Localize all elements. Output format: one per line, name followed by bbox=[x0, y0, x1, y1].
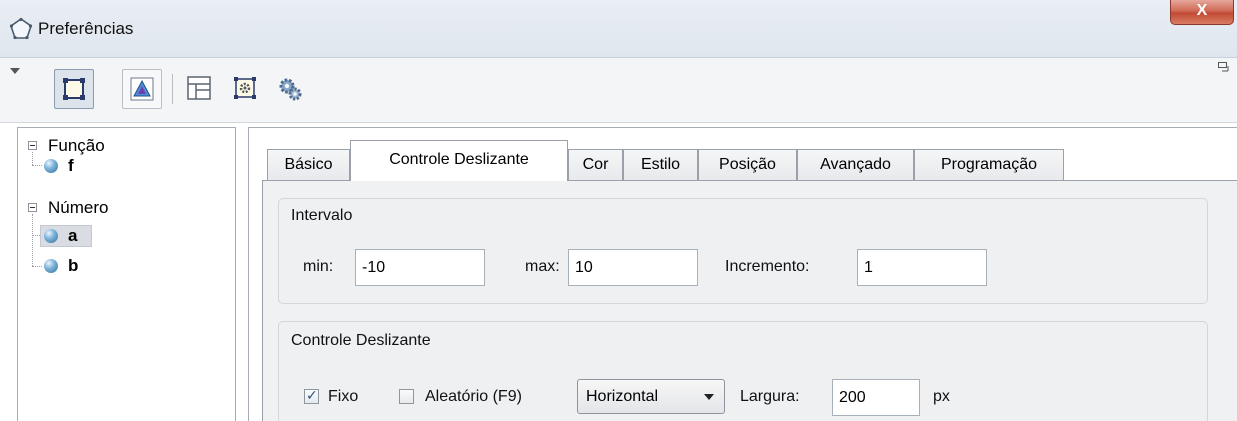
dock-icon[interactable] bbox=[1218, 62, 1230, 72]
toolbar-separator bbox=[172, 74, 173, 104]
width-input[interactable] bbox=[832, 379, 920, 416]
graphics-objects-icon bbox=[130, 77, 154, 101]
tree-item-label: b bbox=[68, 256, 79, 275]
min-label: min: bbox=[303, 258, 334, 275]
graphics-objects-button[interactable] bbox=[122, 69, 162, 109]
tab-cor[interactable]: Cor bbox=[568, 149, 623, 180]
object-ball-icon bbox=[44, 229, 58, 243]
increment-input[interactable] bbox=[857, 249, 987, 286]
tab-programacao[interactable]: Programação bbox=[914, 149, 1064, 180]
chevron-down-icon bbox=[704, 394, 714, 400]
check-icon: ✓ bbox=[306, 387, 318, 403]
preferences-window: Preferências X Função f Número a b Básic… bbox=[0, 0, 1237, 421]
tree-group-label: Número bbox=[48, 198, 109, 217]
min-input[interactable] bbox=[355, 249, 485, 286]
orientation-value: Horizontal bbox=[586, 388, 659, 405]
defaults-button[interactable] bbox=[226, 69, 266, 109]
collapse-icon[interactable] bbox=[28, 203, 37, 212]
increment-label: Incremento: bbox=[725, 258, 810, 275]
defaults-icon bbox=[234, 77, 256, 99]
tab-estilo[interactable]: Estilo bbox=[623, 149, 698, 180]
max-input[interactable] bbox=[568, 249, 698, 286]
tab-avancado[interactable]: Avançado bbox=[797, 149, 914, 180]
tree-group-label: Função bbox=[48, 136, 105, 155]
tree-item-label: a bbox=[68, 226, 78, 245]
tab-basico[interactable]: Básico bbox=[267, 149, 350, 180]
max-label: max: bbox=[525, 258, 560, 275]
tree-item-b[interactable]: b bbox=[42, 256, 132, 280]
tree-item-label: f bbox=[68, 156, 74, 175]
window-title: Preferências bbox=[38, 19, 134, 38]
object-ball-icon bbox=[44, 259, 58, 273]
interval-group: Intervalo min: max: Incremento: bbox=[278, 198, 1208, 304]
layout-icon bbox=[187, 76, 211, 100]
advanced-settings-button[interactable] bbox=[270, 69, 310, 109]
tree-item-a[interactable]: a bbox=[40, 225, 132, 249]
app-icon bbox=[9, 17, 33, 40]
object-tree: Função f Número a b bbox=[17, 127, 236, 421]
width-label: Largura: bbox=[740, 388, 800, 405]
toolbar-menu-arrow-icon[interactable] bbox=[10, 68, 20, 74]
object-ball-icon bbox=[44, 159, 58, 173]
slider-group-title: Controle Deslizante bbox=[291, 332, 431, 349]
width-unit: px bbox=[933, 388, 950, 405]
close-icon: X bbox=[1196, 2, 1208, 19]
random-label: Aleatório (F9) bbox=[425, 388, 522, 405]
interval-title: Intervalo bbox=[291, 207, 353, 224]
tab-controle-deslizante[interactable]: Controle Deslizante bbox=[350, 140, 568, 181]
graphics-view-button[interactable] bbox=[54, 69, 94, 109]
tab-content: Intervalo min: max: Incremento: Controle… bbox=[262, 180, 1237, 421]
close-button[interactable]: X bbox=[1170, 0, 1234, 25]
random-checkbox[interactable] bbox=[399, 389, 414, 404]
slider-group: Controle Deslizante ✓ Fixo Aleatório (F9… bbox=[278, 321, 1208, 421]
title-bar: Preferências X bbox=[0, 0, 1237, 58]
fixed-label: Fixo bbox=[328, 388, 359, 405]
tab-posicao[interactable]: Posição bbox=[698, 149, 797, 180]
graphics-view-icon bbox=[63, 78, 85, 100]
toolbar bbox=[0, 58, 1237, 123]
tree-item-f[interactable]: f bbox=[42, 156, 122, 180]
fixed-checkbox[interactable]: ✓ bbox=[304, 387, 319, 404]
layout-button[interactable] bbox=[180, 69, 220, 109]
advanced-settings-icon bbox=[279, 78, 302, 101]
collapse-icon[interactable] bbox=[28, 141, 37, 150]
orientation-select[interactable]: Horizontal bbox=[577, 379, 725, 414]
